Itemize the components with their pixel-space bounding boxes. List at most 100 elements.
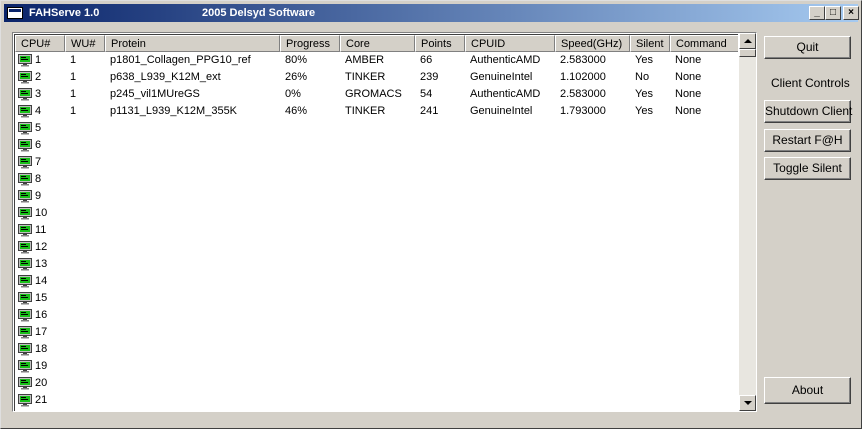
cell-silent: Yes (635, 105, 653, 117)
list-content: CPU# WU# Protein Progress Core Points CPUID Spe… (14, 34, 738, 411)
cell-protein: p1131_L939_K12M_355K (110, 105, 238, 117)
cell-wu (65, 154, 105, 171)
cell-silent (630, 273, 670, 290)
cpu-number: 4 (35, 105, 42, 117)
table-row[interactable]: 10 (15, 205, 738, 222)
cell-wu (65, 205, 105, 222)
cell-silent (630, 205, 670, 222)
close-button[interactable]: × (843, 6, 859, 20)
table-row[interactable]: 13 (15, 256, 738, 273)
column-header-cpuid[interactable]: CPUID (465, 35, 555, 52)
cell-protein (105, 188, 280, 205)
monitor-icon (18, 275, 32, 288)
cell-wu (65, 239, 105, 256)
cell-cpuid (465, 375, 555, 392)
cell-points (415, 273, 465, 290)
column-header-protein[interactable]: Protein (105, 35, 280, 52)
table-row[interactable]: 16 (15, 307, 738, 324)
table-row[interactable]: 19 (15, 358, 738, 375)
column-header-silent[interactable]: Silent (630, 35, 670, 52)
restart-fah-button[interactable]: Restart F@H (764, 129, 851, 152)
monitor-icon (18, 309, 32, 322)
scroll-up-button[interactable] (739, 33, 756, 49)
cpu-list-view[interactable]: CPU# WU# Protein Progress Core Points CPUID Spe… (12, 32, 757, 412)
cell-speed (555, 205, 630, 222)
cell-silent (630, 392, 670, 409)
column-header-wu[interactable]: WU# (65, 35, 105, 52)
cell-points (415, 154, 465, 171)
table-row[interactable]: 4 1 p1131_L939_K12M_355K 46% TINKER 241 Genuin… (15, 103, 738, 120)
about-button[interactable]: About (764, 377, 851, 404)
table-row[interactable]: 6 (15, 137, 738, 154)
scroll-down-button[interactable] (739, 395, 756, 411)
cell-progress (280, 290, 340, 307)
cell-cpuid (465, 290, 555, 307)
column-header-command[interactable]: Command (670, 35, 738, 52)
table-row[interactable]: 2 1 p638_L939_K12M_ext 26% TINKER 239 GenuineI… (15, 69, 738, 86)
table-row[interactable]: 5 (15, 120, 738, 137)
cell-core (340, 375, 415, 392)
cell-cpuid (465, 307, 555, 324)
cell-command (670, 222, 738, 239)
cell-silent (630, 290, 670, 307)
maximize-button[interactable]: □ (825, 6, 841, 20)
column-header-points[interactable]: Points (415, 35, 465, 52)
table-row[interactable]: 20 (15, 375, 738, 392)
vertical-scrollbar[interactable] (739, 33, 756, 411)
table-row[interactable]: 11 (15, 222, 738, 239)
quit-button[interactable]: Quit (764, 36, 851, 59)
cell-core (340, 239, 415, 256)
cell-speed: 2.583000 (560, 88, 606, 100)
cell-cpu: 13 (15, 256, 65, 273)
column-header-progress[interactable]: Progress (280, 35, 340, 52)
cell-core (340, 341, 415, 358)
cell-core (340, 154, 415, 171)
cell-cpu: 2 (15, 69, 65, 86)
monitor-icon (18, 377, 32, 390)
shutdown-client-button[interactable]: Shutdown Client (764, 100, 852, 123)
cell-progress (280, 256, 340, 273)
table-row[interactable]: 14 (15, 273, 738, 290)
cell-wu (65, 273, 105, 290)
toggle-silent-button[interactable]: Toggle Silent (764, 157, 851, 180)
column-header-cpu[interactable]: CPU# (15, 35, 65, 52)
table-row[interactable]: 3 1 p245_vil1MUreGS 0% GROMACS 54 AuthenticAMD… (15, 86, 738, 103)
scroll-thumb[interactable] (739, 49, 756, 57)
table-row[interactable]: 1 1 p1801_Collagen_PPG10_ref 80% AMBER 66 Auth… (15, 52, 738, 69)
cell-speed (555, 171, 630, 188)
cell-wu (65, 188, 105, 205)
cell-protein (105, 120, 280, 137)
column-header-speed[interactable]: Speed(GHz) (555, 35, 630, 52)
cell-points: 239 (420, 71, 439, 83)
cell-protein (105, 375, 280, 392)
table-row[interactable]: 7 (15, 154, 738, 171)
table-row[interactable]: 18 (15, 341, 738, 358)
cell-progress (280, 205, 340, 222)
cell-protein (105, 324, 280, 341)
cpu-number: 18 (35, 343, 48, 355)
table-row[interactable]: 17 (15, 324, 738, 341)
cell-progress: 80% (285, 54, 308, 66)
cell-command (670, 307, 738, 324)
cell-cpuid: GenuineIntel (470, 105, 533, 117)
cell-cpuid (465, 137, 555, 154)
table-row[interactable]: 21 (15, 392, 738, 409)
cell-command (670, 256, 738, 273)
cell-wu (65, 256, 105, 273)
table-row[interactable]: 9 (15, 188, 738, 205)
cell-speed (555, 256, 630, 273)
table-row[interactable]: 8 (15, 171, 738, 188)
column-header-core[interactable]: Core (340, 35, 415, 52)
table-row[interactable]: 12 (15, 239, 738, 256)
cell-speed (555, 154, 630, 171)
monitor-icon (18, 343, 32, 356)
title-bar[interactable]: FAHServe 1.0 2005 Delsyd Software _ □ × (4, 4, 859, 22)
table-row[interactable]: 15 (15, 290, 738, 307)
minimize-button[interactable]: _ (809, 6, 825, 20)
cpu-number: 13 (35, 258, 48, 270)
cpu-number: 15 (35, 292, 48, 304)
cell-speed (555, 120, 630, 137)
cell-command (670, 324, 738, 341)
cell-silent (630, 120, 670, 137)
list-rows: 1 1 p1801_Collagen_PPG10_ref 80% AMBER 66 Auth… (15, 52, 738, 409)
